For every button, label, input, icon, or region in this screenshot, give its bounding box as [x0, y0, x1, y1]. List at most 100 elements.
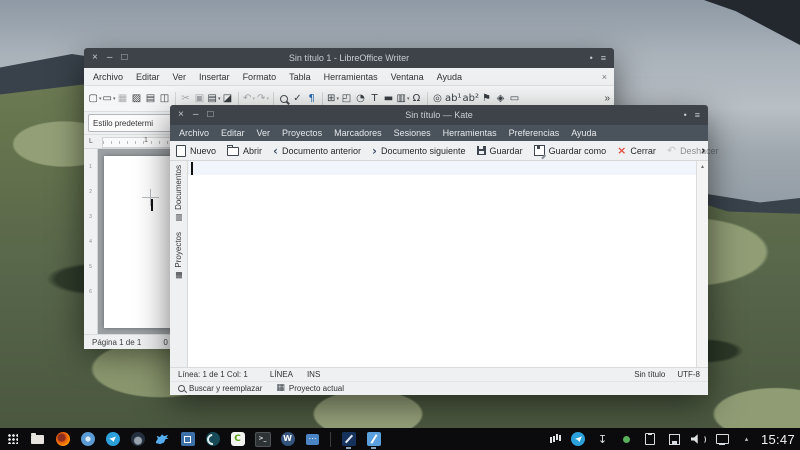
toolbar-button-icon	[227, 147, 239, 156]
expand-tray-icon[interactable]: ▴	[739, 432, 754, 447]
close-button[interactable]: × Cerrar	[617, 145, 656, 156]
save-icon[interactable]: ▦	[116, 90, 130, 108]
document-name-status[interactable]: Sin título	[634, 370, 665, 379]
toolbar-overflow-icon[interactable]: »	[604, 93, 610, 104]
telegram-icon[interactable]	[105, 432, 120, 447]
shade-dot-icon[interactable]: •	[684, 110, 687, 120]
separator[interactable]	[238, 92, 239, 106]
print-preview-icon[interactable]: ◫	[158, 90, 172, 108]
minimize-icon[interactable]: –	[107, 53, 113, 63]
close-document-icon[interactable]: ×	[602, 72, 607, 82]
close-icon[interactable]: ×	[178, 110, 184, 120]
writer-vertical-ruler[interactable]: 123456	[84, 149, 98, 334]
writer-menu-item[interactable]: Tabla	[289, 72, 311, 82]
kate-text-editor[interactable]	[188, 161, 696, 367]
separator[interactable]	[175, 92, 176, 106]
maximize-icon[interactable]: □	[121, 53, 127, 63]
kate-menu-item[interactable]: Editar	[221, 128, 245, 138]
documents-sidebar-tab[interactable]: ▤ Documentos	[174, 165, 183, 222]
telegram-tray-icon[interactable]	[571, 432, 586, 447]
writer-menu-item[interactable]: Herramientas	[324, 72, 378, 82]
toolbar-button-label: Documento siguiente	[381, 146, 466, 156]
editor-scrollbar[interactable]: ▴	[696, 161, 708, 367]
kate-menu-item[interactable]: Ver	[257, 128, 271, 138]
toolview-tab-icon	[178, 385, 185, 392]
clipboard-icon[interactable]	[643, 432, 658, 447]
close-icon[interactable]: ×	[92, 53, 98, 63]
kate-titlebar[interactable]: × – □ Sin título — Kate • ≡	[170, 105, 708, 125]
removable-device-icon[interactable]	[667, 432, 682, 447]
maximize-icon[interactable]: □	[207, 110, 213, 120]
kate-menu-item[interactable]: Sesiones	[394, 128, 431, 138]
kate-menu-item[interactable]: Preferencias	[509, 128, 560, 138]
previous-document-button[interactable]: ‹ Documento anterior	[273, 145, 361, 157]
kate-menu-item[interactable]: Marcadores	[334, 128, 382, 138]
w-circle-app-icon[interactable]: W	[280, 432, 295, 447]
undo-button[interactable]: ↶ Deshacer	[667, 145, 719, 156]
toolbar-button-label: Cerrar	[630, 146, 656, 156]
kate-menu-item[interactable]: Proyectos	[282, 128, 322, 138]
kate-menu-item[interactable]: Ayuda	[571, 128, 596, 138]
search-replace-tab[interactable]: Buscar y reemplazar	[178, 384, 262, 393]
writer-menu-item[interactable]: Insertar	[199, 72, 230, 82]
paragraph-style-value: Estilo predetermi	[89, 119, 175, 128]
separator[interactable]	[273, 92, 274, 106]
volume-icon[interactable]	[691, 432, 706, 447]
firefox-icon[interactable]	[55, 432, 70, 447]
audio-mixer-icon[interactable]	[547, 432, 562, 447]
download-icon[interactable]: ↧	[595, 432, 610, 447]
line-col-status[interactable]: Línea: 1 de 1 Col: 1	[178, 370, 248, 379]
green-c-app-icon[interactable]: C	[230, 432, 245, 447]
task-kate[interactable]	[366, 432, 381, 447]
toolbar-button-label: Nuevo	[190, 146, 216, 156]
save-as-button[interactable]: Guardar como	[534, 145, 607, 156]
terminal-icon[interactable]: >_	[255, 432, 270, 447]
writer-menu-item[interactable]: Editar	[136, 72, 160, 82]
toolbar-button-label: Deshacer	[680, 146, 719, 156]
display-icon[interactable]	[715, 432, 730, 447]
writer-menu-item[interactable]: Formato	[243, 72, 277, 82]
task-libreoffice-writer[interactable]	[341, 432, 356, 447]
text-cursor	[151, 199, 153, 211]
kate-menu-item[interactable]: Archivo	[179, 128, 209, 138]
writer-menu-item[interactable]: Ver	[173, 72, 187, 82]
current-project-tab[interactable]: ▦ Proyecto actual	[276, 384, 344, 393]
kate-menu-item[interactable]: Herramientas	[443, 128, 497, 138]
writer-menu-item[interactable]: Ayuda	[437, 72, 462, 82]
kate-window: × – □ Sin título — Kate • ≡ Archivo Edita…	[170, 105, 708, 390]
selection-mode-status[interactable]: LÍNEA	[270, 370, 293, 379]
minimize-icon[interactable]: –	[193, 110, 199, 120]
open-button[interactable]: Abrir	[227, 145, 262, 156]
twitter-icon[interactable]	[155, 432, 170, 447]
writer-menu-item[interactable]: Archivo	[93, 72, 123, 82]
save-button[interactable]: Guardar	[477, 146, 523, 156]
kate-body: ▤ Documentos ▦ Proyectos ▴	[170, 161, 708, 367]
scrollbar-up-icon[interactable]: ▴	[701, 163, 704, 367]
open-icon[interactable]: ▭▾	[102, 90, 116, 108]
new-document-icon[interactable]: ▢▾	[88, 90, 102, 108]
window-menu-icon[interactable]: ≡	[695, 110, 700, 120]
encoding-status[interactable]: UTF-8	[677, 370, 700, 379]
page-count-status[interactable]: Página 1 de 1	[92, 338, 141, 347]
new-button[interactable]: Nuevo	[176, 145, 216, 157]
chat-app-icon[interactable]: ⋯	[305, 432, 320, 447]
clock[interactable]: 15:47	[761, 432, 795, 447]
green-status-dot-icon[interactable]	[619, 432, 634, 447]
projects-sidebar-tab[interactable]: ▦ Proyectos	[174, 232, 183, 280]
file-manager-icon[interactable]	[30, 432, 45, 447]
dark-circle-app-icon[interactable]	[130, 432, 145, 447]
edit-mode-icon[interactable]: ▨	[130, 90, 144, 108]
writer-menu-item[interactable]: Ventana	[391, 72, 424, 82]
blue-box-app-icon[interactable]	[180, 432, 195, 447]
window-menu-icon[interactable]: ≡	[601, 53, 606, 63]
next-document-button[interactable]: › Documento siguiente	[372, 145, 466, 157]
teal-circle-app-icon[interactable]	[205, 432, 220, 447]
separator[interactable]	[427, 92, 428, 106]
writer-titlebar[interactable]: × – □ Sin título 1 - LibreOffice Writer …	[84, 48, 614, 68]
app-launcher-icon[interactable]	[5, 432, 20, 447]
insert-mode-status[interactable]: INS	[307, 370, 320, 379]
separator[interactable]	[322, 92, 323, 106]
chromium-icon[interactable]	[80, 432, 95, 447]
shade-dot-icon[interactable]: •	[590, 53, 593, 63]
print-icon[interactable]: ▤	[144, 90, 158, 108]
